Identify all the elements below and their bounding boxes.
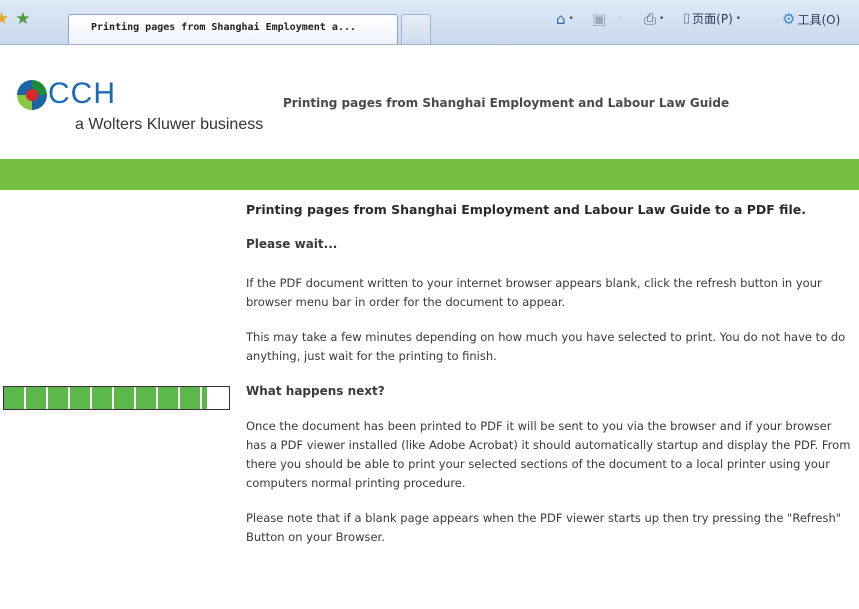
- feeds-icon: ▣: [592, 10, 607, 28]
- logo-text: CCH: [48, 77, 116, 110]
- page-menu-button[interactable]: ▯ 页面(P) •: [683, 10, 741, 27]
- progress-fill: [4, 387, 207, 409]
- cch-logo-icon: [17, 80, 47, 110]
- next-heading: What happens next?: [246, 384, 385, 398]
- progress-bar: [3, 386, 230, 410]
- home-button[interactable]: ⌂ •: [556, 10, 574, 28]
- print-icon: ⎙: [644, 10, 657, 28]
- chevron-down-icon: •: [568, 14, 574, 24]
- print-button[interactable]: ⎙ •: [644, 10, 664, 28]
- blank-page-note: Please note that if a blank page appears…: [246, 511, 842, 544]
- page-menu-label: 页面(P): [692, 12, 733, 26]
- new-tab-button[interactable]: [401, 14, 431, 44]
- header-band: [0, 159, 859, 190]
- chevron-down-icon: •: [735, 13, 742, 24]
- toolbar-separator: ·: [618, 11, 622, 24]
- browser-tab-active[interactable]: Printing pages from Shanghai Employment …: [68, 14, 398, 44]
- please-wait-text: Please wait...: [246, 237, 338, 251]
- next-text: Once the document has been printed to PD…: [246, 419, 851, 490]
- logo-tagline: a Wolters Kluwer business: [75, 116, 264, 133]
- favorites-star-icon[interactable]: ★: [0, 9, 15, 29]
- chevron-down-icon: •: [659, 14, 665, 24]
- content-heading: Printing pages from Shanghai Employment …: [246, 202, 806, 217]
- tools-menu-button[interactable]: ⚙ 工具(O): [782, 10, 840, 28]
- page-icon: ▯: [683, 11, 691, 26]
- refresh-note: If the PDF document written to your inte…: [246, 276, 822, 309]
- time-note: This may take a few minutes depending on…: [246, 330, 846, 363]
- tools-menu-label: 工具(O): [797, 12, 841, 27]
- home-icon: ⌂: [556, 10, 566, 28]
- page-title: Printing pages from Shanghai Employment …: [283, 96, 730, 110]
- add-favorite-icon[interactable]: ★: [15, 9, 36, 29]
- browser-toolbar: ★★ Printing pages from Shanghai Employme…: [0, 0, 859, 45]
- favorites-icons: ★★: [0, 9, 37, 29]
- gear-icon: ⚙: [782, 10, 796, 28]
- feeds-button[interactable]: ▣: [592, 10, 606, 28]
- main-content: Printing pages from Shanghai Employment …: [246, 200, 854, 563]
- tab-title: Printing pages from Shanghai Employment …: [91, 22, 356, 33]
